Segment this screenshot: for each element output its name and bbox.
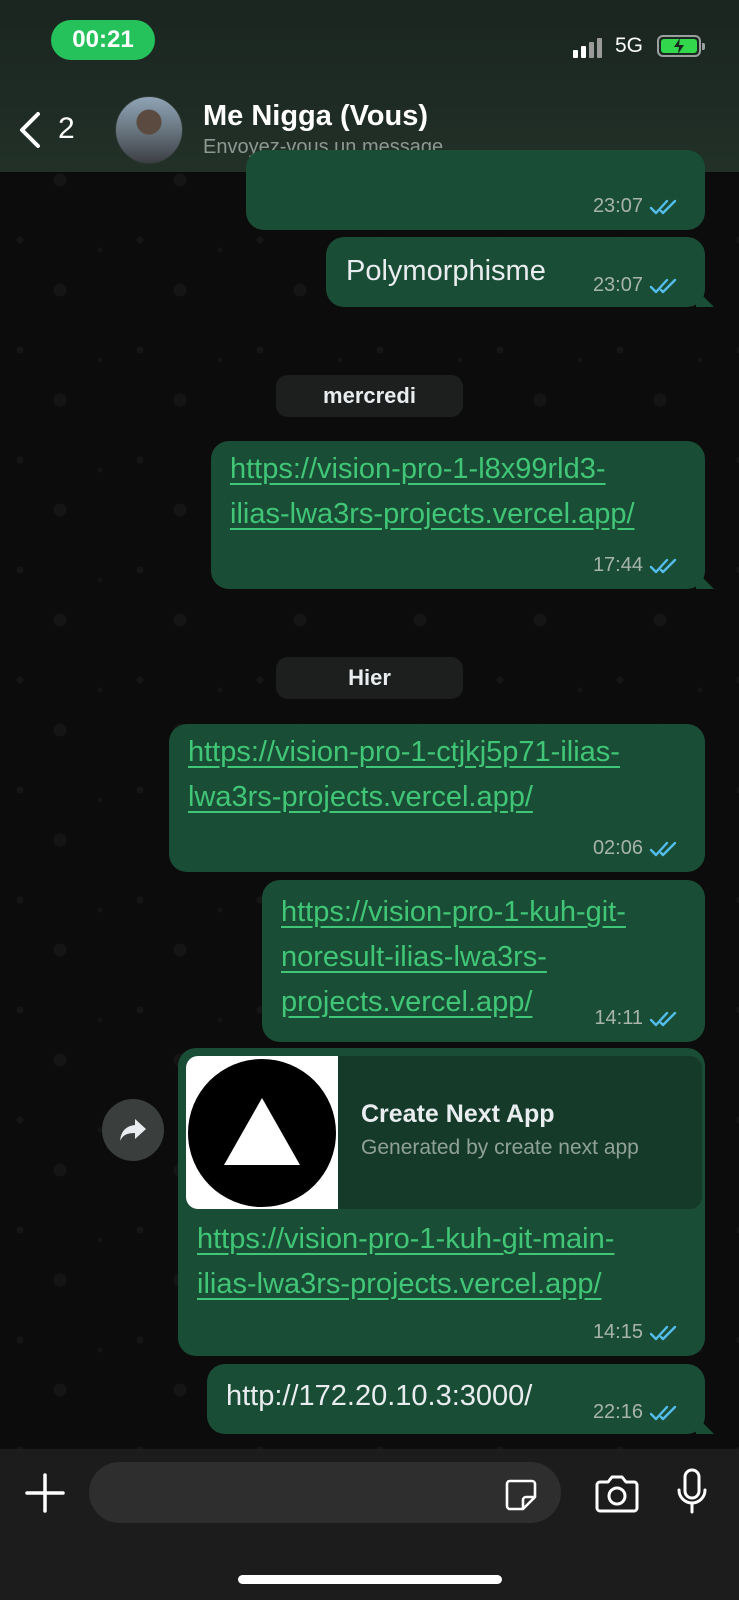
message-time: 02:06 [592, 837, 643, 859]
network-type: 5G [615, 34, 644, 57]
date-divider: mercredi [276, 375, 463, 417]
read-ticks-icon [649, 199, 677, 214]
link-line[interactable]: ilias-lwa3rs-projects.vercel.app/ [230, 498, 635, 530]
plus-icon [25, 1473, 65, 1513]
message-bubble[interactable]: https://vision-pro-1-l8x99rld3- ilias-lw… [211, 441, 705, 589]
microphone-button[interactable] [676, 1468, 708, 1516]
message-meta: 02:06 [593, 837, 679, 860]
message-meta: 23:07 [593, 195, 679, 218]
message-meta: 17:44 [593, 554, 679, 577]
message-bubble[interactable]: http://172.20.10.3:3000/ 22:16 [207, 1364, 705, 1434]
status-time: 00:21 [51, 20, 155, 60]
message-meta: 23:07 [593, 274, 679, 297]
message-time: 23:07 [592, 195, 643, 217]
home-indicator[interactable] [238, 1575, 502, 1584]
read-ticks-icon [649, 278, 677, 293]
message-text: Polymorphisme [346, 255, 546, 287]
forward-icon [120, 1119, 146, 1141]
message-bubble[interactable]: Polymorphisme 23:07 [326, 237, 705, 307]
link-line[interactable]: https://vision-pro-1-l8x99rld3- [230, 453, 606, 485]
camera-icon [595, 1475, 639, 1513]
read-ticks-icon [649, 1325, 677, 1340]
link-line[interactable]: https://vision-pro-1-ctjkj5p71-ilias- [188, 736, 620, 768]
message-text: http://172.20.10.3:3000/ [226, 1380, 533, 1412]
link-line[interactable]: noresult-ilias-lwa3rs- [281, 941, 547, 973]
back-button[interactable] [14, 108, 48, 152]
attach-button[interactable] [24, 1472, 66, 1514]
link-line[interactable]: projects.vercel.app/ [281, 986, 532, 1018]
forward-button[interactable] [102, 1099, 164, 1161]
message-time: 14:15 [592, 1321, 643, 1343]
microphone-icon [677, 1468, 707, 1514]
signal-icon [573, 38, 602, 58]
link-preview-image [186, 1056, 338, 1209]
message-input[interactable] [89, 1462, 561, 1523]
message-time: 17:44 [592, 554, 643, 576]
contact-name[interactable]: Me Nigga (Vous) [203, 100, 428, 133]
link-line[interactable]: lwa3rs-projects.vercel.app/ [188, 781, 533, 813]
message-bubble[interactable]: 23:07 [246, 150, 705, 230]
avatar[interactable] [115, 96, 183, 164]
battery-icon [657, 35, 705, 57]
chevron-left-icon [20, 112, 40, 148]
link-preview-title: Create Next App [361, 1100, 555, 1128]
link-preview-card[interactable]: Create Next App Generated by create next… [186, 1056, 702, 1209]
read-ticks-icon [649, 841, 677, 856]
link-line[interactable]: https://vision-pro-1-kuh-git- [281, 896, 626, 928]
sticker-icon [505, 1479, 537, 1511]
link-line[interactable]: https://vision-pro-1-kuh-git-main- [197, 1223, 614, 1255]
message-link[interactable]: https://vision-pro-1-kuh-git-main- ilias… [197, 1217, 614, 1307]
link-line[interactable]: ilias-lwa3rs-projects.vercel.app/ [197, 1268, 602, 1300]
message-meta: 22:16 [593, 1401, 679, 1424]
camera-button[interactable] [593, 1474, 641, 1514]
unread-count[interactable]: 2 [58, 112, 75, 146]
message-meta: 14:15 [593, 1321, 679, 1344]
message-link[interactable]: https://vision-pro-1-ctjkj5p71-ilias- lw… [188, 730, 620, 820]
read-ticks-icon [649, 1011, 677, 1026]
date-divider: Hier [276, 657, 463, 699]
message-bubble[interactable]: https://vision-pro-1-ctjkj5p71-ilias- lw… [169, 724, 705, 872]
message-time: 23:07 [592, 274, 643, 296]
message-time: 14:11 [594, 1007, 643, 1029]
sticker-button[interactable] [504, 1478, 538, 1512]
vercel-logo-icon [188, 1058, 336, 1207]
read-ticks-icon [649, 1405, 677, 1420]
message-time: 22:16 [592, 1401, 643, 1423]
message-bubble[interactable]: https://vision-pro-1-kuh-git- noresult-i… [262, 880, 705, 1042]
read-ticks-icon [649, 558, 677, 573]
message-link[interactable]: https://vision-pro-1-kuh-git- noresult-i… [281, 890, 626, 1025]
message-meta: 14:11 [594, 1007, 679, 1030]
link-preview-description: Generated by create next app [361, 1136, 639, 1159]
message-link[interactable]: https://vision-pro-1-l8x99rld3- ilias-lw… [230, 447, 635, 537]
